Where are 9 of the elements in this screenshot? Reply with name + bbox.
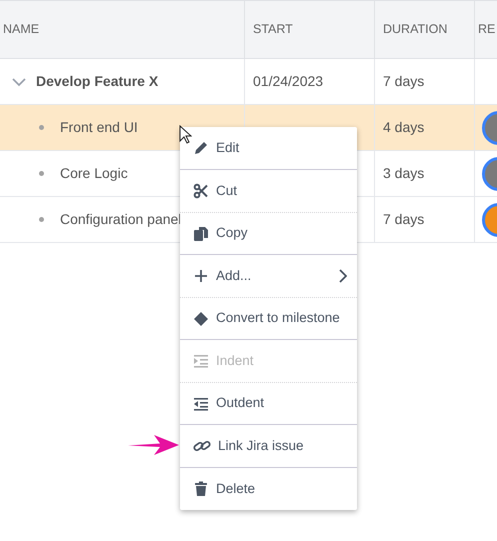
duration: 7 days	[383, 72, 424, 91]
duration: 3 days	[383, 164, 424, 183]
duration: 4 days	[383, 118, 424, 137]
task-name: Core Logic	[60, 164, 128, 183]
duration: 7 days	[383, 210, 424, 229]
task-name: Configuration panel	[60, 210, 182, 229]
task-name: Front end UI	[60, 118, 138, 137]
start-date: 01/24/2023	[253, 72, 324, 91]
task-name: Develop Feature X	[36, 72, 158, 91]
